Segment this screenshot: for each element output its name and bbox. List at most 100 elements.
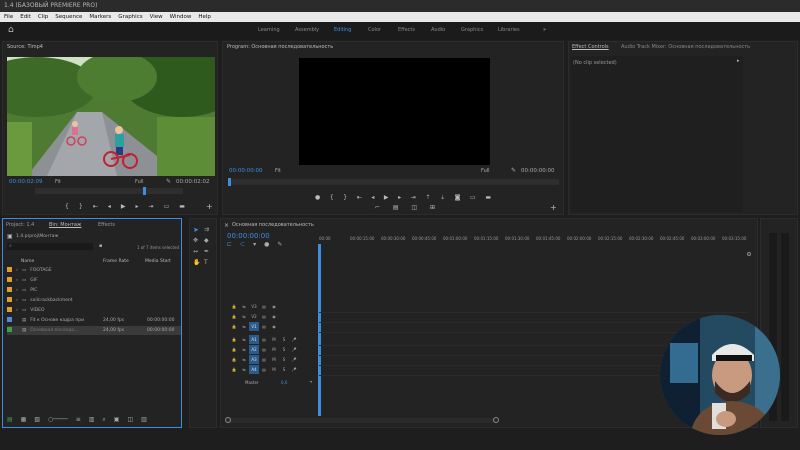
label-color-swatch[interactable] (7, 317, 12, 322)
timeline-tab[interactable]: Основная последовательность (232, 222, 314, 228)
lock-icon[interactable]: 🔒 (229, 312, 239, 321)
mic-icon[interactable]: 🎤 (289, 365, 299, 374)
scrollbar-right-handle[interactable] (493, 417, 499, 423)
source-playhead[interactable] (143, 187, 146, 195)
trash-icon[interactable]: ▥ (141, 416, 147, 424)
linked-icon[interactable]: ▾ (253, 241, 256, 248)
solo-icon[interactable]: S (279, 335, 289, 344)
mute-icon[interactable]: M (269, 335, 279, 344)
sort-icon[interactable]: ≡ (76, 416, 81, 424)
col-mediastart[interactable]: Media Start (145, 259, 171, 264)
timeline-playhead[interactable] (318, 244, 321, 416)
tab-bin[interactable]: Bin: Монтаж (49, 222, 81, 228)
sync-icon[interactable]: ⇆ (239, 335, 249, 344)
mark-in-icon[interactable]: { (330, 194, 334, 202)
menu-view[interactable]: View (150, 12, 163, 22)
label-color-swatch[interactable] (7, 327, 12, 332)
mark-in-icon[interactable]: { (65, 203, 69, 211)
more-workspaces-icon[interactable]: » (543, 27, 546, 33)
output-icon[interactable]: ▤ (259, 322, 269, 331)
program-scrubber[interactable] (229, 179, 559, 185)
tab-audio-track-mixer[interactable]: Audio Track Mixer: Основная последовател… (621, 44, 750, 50)
sync-icon[interactable]: ⇆ (239, 345, 249, 354)
program-title[interactable]: Program: Основная последовательность (227, 44, 333, 50)
snap-icon[interactable]: ⊂ (240, 241, 245, 248)
trim-icon[interactable]: ▬ (485, 194, 491, 202)
overwrite-icon[interactable]: ▬ (179, 203, 185, 211)
vr-icon[interactable]: ⌐ (375, 204, 380, 212)
lock-icon[interactable]: 🔒 (229, 322, 239, 331)
type-tool-icon[interactable]: T (204, 259, 208, 266)
mic-icon[interactable]: 🎤 (289, 335, 299, 344)
vertical-zoom-handle[interactable] (747, 252, 751, 256)
program-timecode-current[interactable]: 00:00:00:00 (229, 168, 263, 174)
time-ruler[interactable]: 00:00 00:00:15:00 00:00:30:00 00:00:45:00 00… (319, 236, 749, 244)
list-item[interactable]: › ▭ FOOTAGE (7, 266, 181, 275)
tab-project[interactable]: Project: 1.4 (6, 222, 34, 228)
step-forward-icon[interactable]: ▸ (135, 203, 138, 211)
find-icon[interactable]: ⌕ (102, 416, 105, 424)
marker-icon[interactable]: ● (315, 194, 320, 202)
timeline-timecode[interactable]: 00:00:00:00 (227, 232, 270, 240)
source-timecode-current[interactable]: 00:00:02:09 (9, 179, 43, 185)
list-item[interactable]: ▤ Fit к Основе кадра при 24,00 fps 00:00:00… (7, 316, 181, 325)
home-icon[interactable]: ⌂ (8, 25, 14, 35)
eye-icon[interactable]: ◉ (269, 312, 279, 321)
lock-icon[interactable]: 🔒 (229, 365, 239, 374)
workspace-assembly[interactable]: Assembly (295, 27, 319, 33)
master-value[interactable]: 0,0 (281, 380, 287, 385)
step-back-icon[interactable]: ◂ (108, 203, 111, 211)
mute-icon[interactable]: M (269, 355, 279, 364)
output-icon[interactable]: ▤ (259, 335, 269, 344)
workspace-editing[interactable]: Editing (334, 27, 351, 33)
lock-icon[interactable]: 🔒 (229, 345, 239, 354)
lock-icon[interactable]: 🔒 (229, 335, 239, 344)
zoom-slider[interactable]: ○──── (48, 416, 68, 424)
workspace-effects[interactable]: Effects (398, 27, 415, 33)
program-playhead[interactable] (228, 178, 231, 186)
sync-icon[interactable]: ⇆ (239, 365, 249, 374)
tab-effect-controls[interactable]: Effect Controls (572, 44, 609, 50)
pen-icon[interactable]: ✒ (204, 248, 209, 255)
label-color-swatch[interactable] (7, 277, 12, 282)
list-item[interactable]: › ▭ soilcrackbackment (7, 296, 181, 305)
solo-icon[interactable]: S (279, 345, 289, 354)
tab-effects[interactable]: Effects (98, 222, 115, 228)
menu-help[interactable]: Help (198, 12, 211, 22)
workspace-learning[interactable]: Learning (258, 27, 280, 33)
play-icon[interactable]: ▶ (121, 203, 126, 211)
solo-icon[interactable]: S (279, 365, 289, 374)
mute-icon[interactable]: M (269, 365, 279, 374)
workspace-graphics[interactable]: Graphics (461, 27, 483, 33)
sync-icon[interactable]: ⇆ (239, 322, 249, 331)
go-to-end-icon[interactable]: ⇥ (309, 379, 312, 384)
insert-icon[interactable]: ▭ (164, 203, 170, 211)
slip-icon[interactable]: ↔ (193, 248, 198, 255)
proxy-icon[interactable]: ◫ (411, 204, 417, 212)
mark-out-icon[interactable]: } (343, 194, 347, 202)
close-icon[interactable]: × (224, 222, 229, 229)
list-view-icon[interactable]: ▤ (7, 416, 13, 424)
sync-icon[interactable]: ⇆ (239, 302, 249, 311)
col-name[interactable]: Name (21, 259, 34, 264)
list-item[interactable]: › ▭ GIF (7, 276, 181, 285)
mute-icon[interactable]: M (269, 345, 279, 354)
go-to-out-icon[interactable]: ⇥ (411, 194, 416, 202)
hand-icon[interactable]: ✋ (193, 259, 200, 266)
list-item[interactable]: › ▭ PIC (7, 286, 181, 295)
step-forward-icon[interactable]: ▸ (398, 194, 401, 202)
menu-markers[interactable]: Markers (89, 12, 111, 22)
solo-icon[interactable]: S (279, 355, 289, 364)
mark-out-icon[interactable]: } (79, 203, 83, 211)
menu-window[interactable]: Window (170, 12, 192, 22)
go-to-in-icon[interactable]: ⇤ (357, 194, 362, 202)
audio-track-label[interactable]: A2 (249, 345, 259, 354)
list-item[interactable]: ▤ Основная последо... 24,00 fps 00:00:00:00 (7, 326, 181, 335)
menu-file[interactable]: File (4, 12, 13, 22)
menu-graphics[interactable]: Graphics (118, 12, 142, 22)
sync-icon[interactable]: ⇆ (239, 355, 249, 364)
selection-tool-icon[interactable]: ➤ (193, 226, 199, 234)
source-fit-select[interactable]: Fit (55, 179, 61, 185)
track-select-icon[interactable]: ⇉ (204, 226, 209, 233)
menu-sequence[interactable]: Sequence (55, 12, 82, 22)
